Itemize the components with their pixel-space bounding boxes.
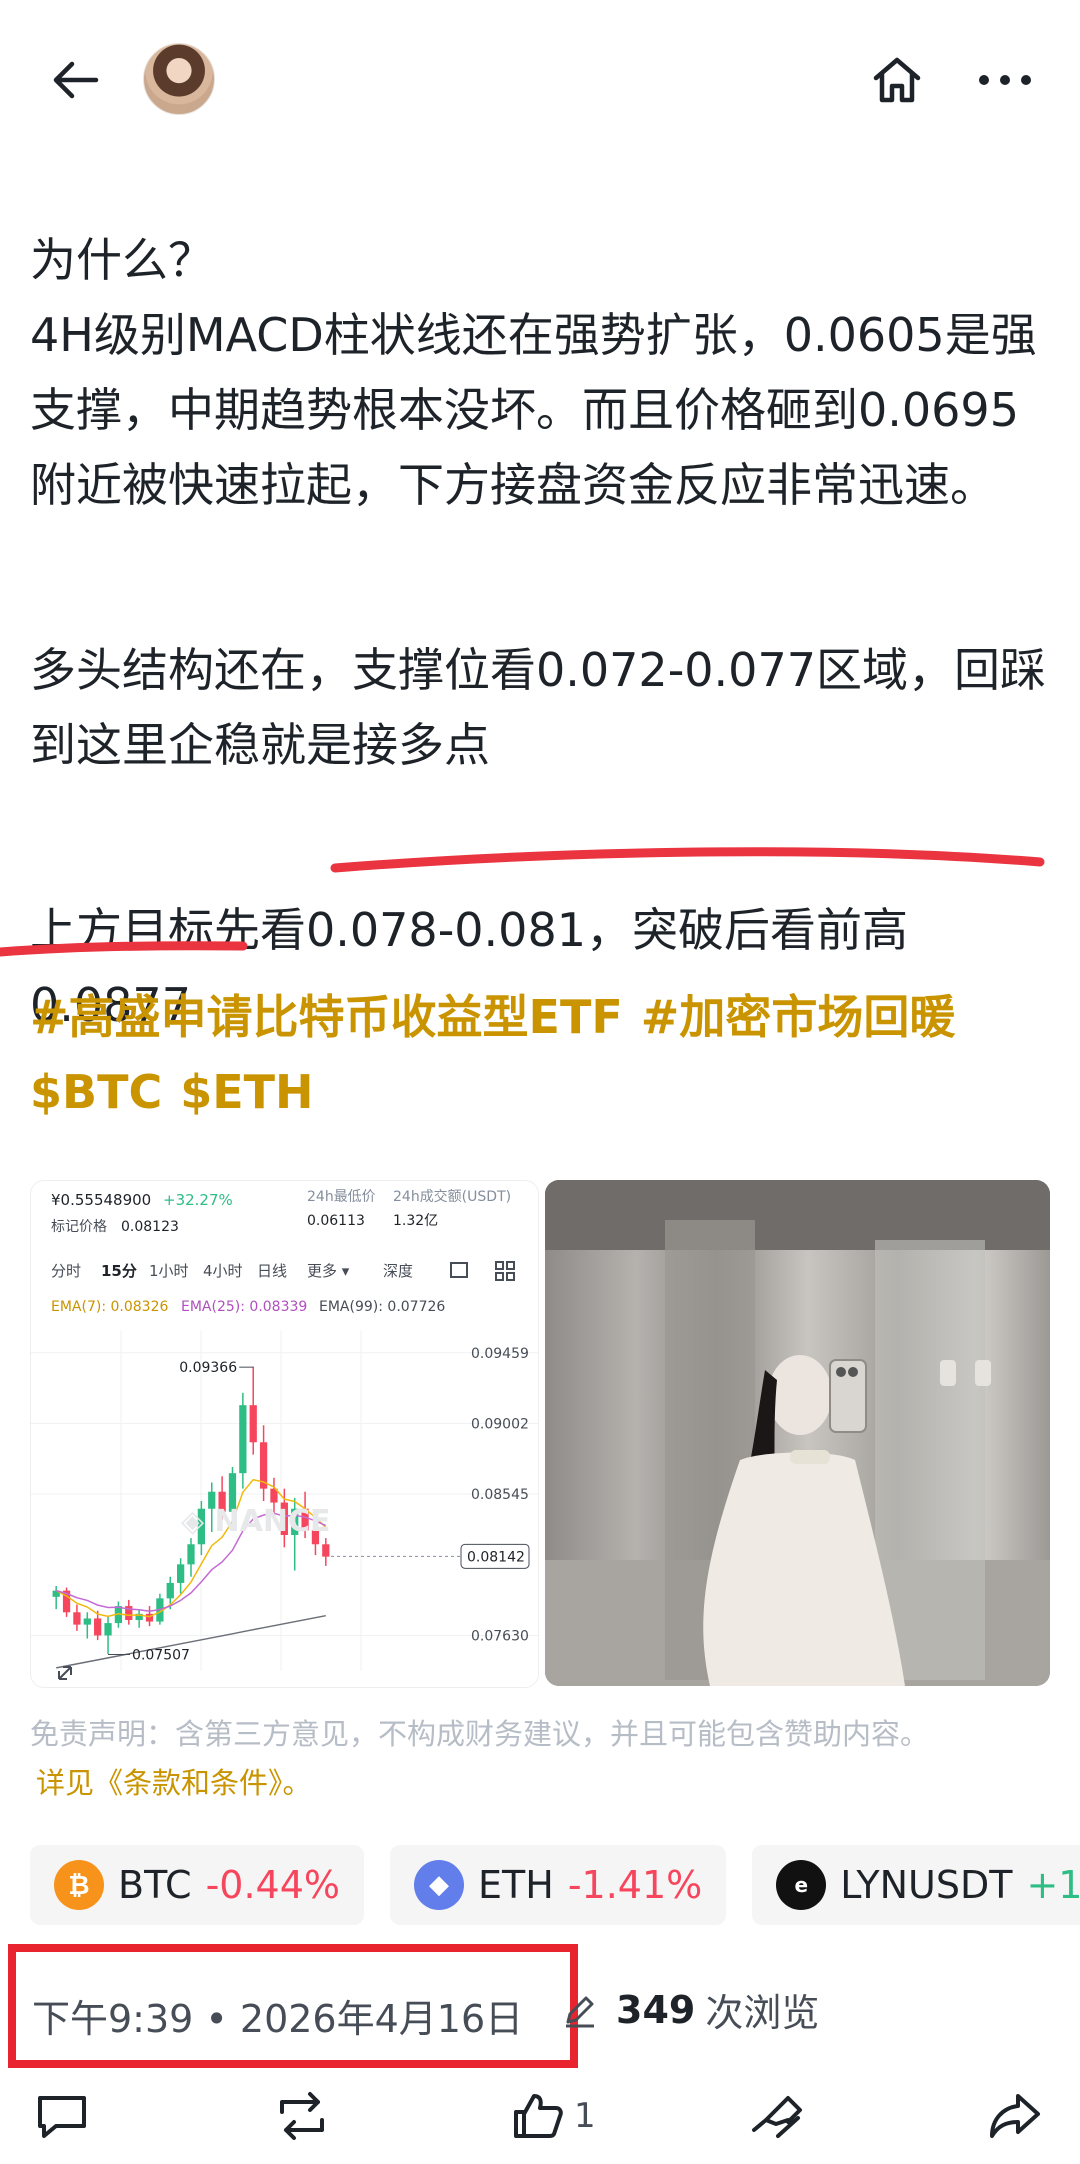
candle-body xyxy=(187,1544,195,1565)
post-paragraph: 为什么？ 4H级别MACD柱状线还在强势扩张，0.0605是强支撑，中期趋势根本… xyxy=(30,233,1037,512)
like-button[interactable]: 1 xyxy=(510,2090,596,2142)
action-bar: 1 xyxy=(0,2070,1080,2164)
coin-chip-eth[interactable]: ◆ ETH -1.41% xyxy=(390,1845,727,1925)
view-count: 349 次浏览 xyxy=(560,1982,819,2037)
mark-price-value: 0.08123 xyxy=(121,1219,179,1235)
coin-change: -1.41% xyxy=(567,1863,703,1907)
views-label: 次浏览 xyxy=(705,1991,820,2035)
watermark-logo: ◈ NANCE xyxy=(181,1504,330,1539)
volume-value: 1.32亿 xyxy=(393,1213,438,1229)
comment-icon xyxy=(38,2096,86,2138)
coin-change: -0.44% xyxy=(205,1863,341,1907)
candle-body xyxy=(166,1582,174,1599)
current-price-label: 0.08142 xyxy=(467,1549,525,1565)
candle-body xyxy=(322,1544,330,1557)
hashtag-link[interactable]: #加密市场回暖 xyxy=(641,990,956,1044)
y-tick-label: 0.08545 xyxy=(471,1487,529,1503)
y-tick-label: 0.09459 xyxy=(471,1346,529,1362)
repost-button[interactable] xyxy=(272,2090,332,2142)
y-tick-label: 0.09002 xyxy=(471,1416,529,1432)
high-label: 0.09366 xyxy=(179,1360,237,1376)
price-line: ¥0.55548900 xyxy=(51,1191,151,1209)
lyn-icon: e xyxy=(776,1860,827,1910)
low-point-label: 0.07507 xyxy=(132,1647,190,1663)
candle-body xyxy=(249,1405,257,1443)
ema7-label: EMA(7): 0.08326 xyxy=(51,1299,168,1315)
edit-pencil-icon[interactable] xyxy=(560,1990,600,2030)
back-arrow-icon[interactable] xyxy=(40,45,110,115)
interval-tabs[interactable]: 分时 15分 1小时 4小时 日线 更多 ▾ 深度 xyxy=(51,1262,413,1280)
change-label: +32.27% xyxy=(163,1191,233,1209)
mark-price-label: 标记价格 xyxy=(51,1219,107,1235)
hashtag-list: #高盛申请比特币收益型ETF #加密市场回暖 $BTC $ETH xyxy=(30,980,1060,1130)
share-icon xyxy=(990,2094,1040,2138)
coin-chip-btc[interactable]: ₿ BTC -0.44% xyxy=(30,1845,365,1925)
volume-label: 24h成交额(USDT) xyxy=(393,1188,511,1205)
interval-tab[interactable]: 分时 xyxy=(51,1262,81,1280)
candle-body xyxy=(104,1623,112,1636)
coin-change: +1. xyxy=(1026,1863,1080,1907)
top-bar xyxy=(0,0,1080,160)
chart-tool-icons[interactable] xyxy=(450,1261,515,1281)
low-value: 0.06113 xyxy=(307,1213,365,1229)
ema25-label: EMA(25): 0.08339 xyxy=(181,1299,307,1315)
tip-hand-icon xyxy=(752,2096,802,2138)
cashtag-link[interactable]: $ETH xyxy=(180,1065,313,1119)
y-tick-label: 0.07630 xyxy=(471,1628,529,1644)
expand-icon[interactable] xyxy=(58,1666,72,1680)
candle-body xyxy=(239,1405,247,1474)
chart-screenshot-image[interactable]: ¥0.55548900 +32.27% 标记价格 0.08123 24h最低价 … xyxy=(30,1180,539,1688)
interval-tab[interactable]: 更多 ▾ xyxy=(307,1262,350,1280)
candle-body xyxy=(73,1612,81,1625)
coin-symbol: ETH xyxy=(478,1863,554,1907)
terms-link[interactable]: 详见《条款和条件》。 xyxy=(36,1760,312,1802)
ema99-label: EMA(99): 0.07726 xyxy=(319,1299,445,1315)
post-images: ¥0.55548900 +32.27% 标记价格 0.08123 24h最低价 … xyxy=(30,1180,1050,1688)
comment-button[interactable] xyxy=(34,2090,90,2142)
coin-chip-lynusdt[interactable]: e LYNUSDT +1. xyxy=(752,1845,1080,1925)
price-chart: ¥0.55548900 +32.27% 标记价格 0.08123 24h最低价 … xyxy=(31,1188,538,1680)
post-timestamp: 下午9:39 • 2026年4月16日 xyxy=(32,1997,524,2041)
like-count: 1 xyxy=(574,2096,596,2136)
interval-tab[interactable]: 4小时 xyxy=(203,1262,243,1280)
coin-chip-row: ₿ BTC -0.44% ◆ ETH -1.41% e LYNUSDT +1. xyxy=(30,1845,1080,1925)
red-underline-annotation xyxy=(0,847,1045,957)
low-label: 24h最低价 xyxy=(307,1189,376,1205)
author-avatar[interactable] xyxy=(143,43,215,115)
interval-tab[interactable]: 1小时 xyxy=(149,1262,189,1280)
eth-icon: ◆ xyxy=(414,1860,465,1910)
hashtag-link[interactable]: #高盛申请比特币收益型ETF xyxy=(30,990,623,1044)
thumbs-up-icon xyxy=(514,2094,563,2138)
disclaimer-text: 免责声明：含第三方意见，不构成财务建议，并且可能包含赞助内容。 xyxy=(30,1717,930,1751)
candle-body xyxy=(94,1618,102,1636)
interval-tab[interactable]: 深度 xyxy=(383,1262,413,1280)
interval-tab[interactable]: 日线 xyxy=(257,1262,287,1280)
interval-tab[interactable]: 15分 xyxy=(101,1262,137,1280)
photo-content xyxy=(545,1180,1050,1686)
home-icon[interactable] xyxy=(862,45,932,115)
coin-symbol: LYNUSDT xyxy=(840,1863,1013,1907)
views-number: 349 xyxy=(616,1987,696,2032)
candle-body xyxy=(177,1564,185,1583)
candle-body xyxy=(83,1618,91,1625)
tip-button[interactable] xyxy=(748,2090,808,2142)
btc-icon: ₿ xyxy=(54,1860,104,1910)
cashtag-link[interactable]: $BTC xyxy=(30,1065,162,1119)
selfie-photo-image[interactable] xyxy=(545,1180,1050,1686)
more-options-icon[interactable] xyxy=(970,45,1040,115)
coin-symbol: BTC xyxy=(118,1863,192,1907)
repost-icon xyxy=(280,2092,324,2140)
share-button[interactable] xyxy=(986,2090,1044,2142)
